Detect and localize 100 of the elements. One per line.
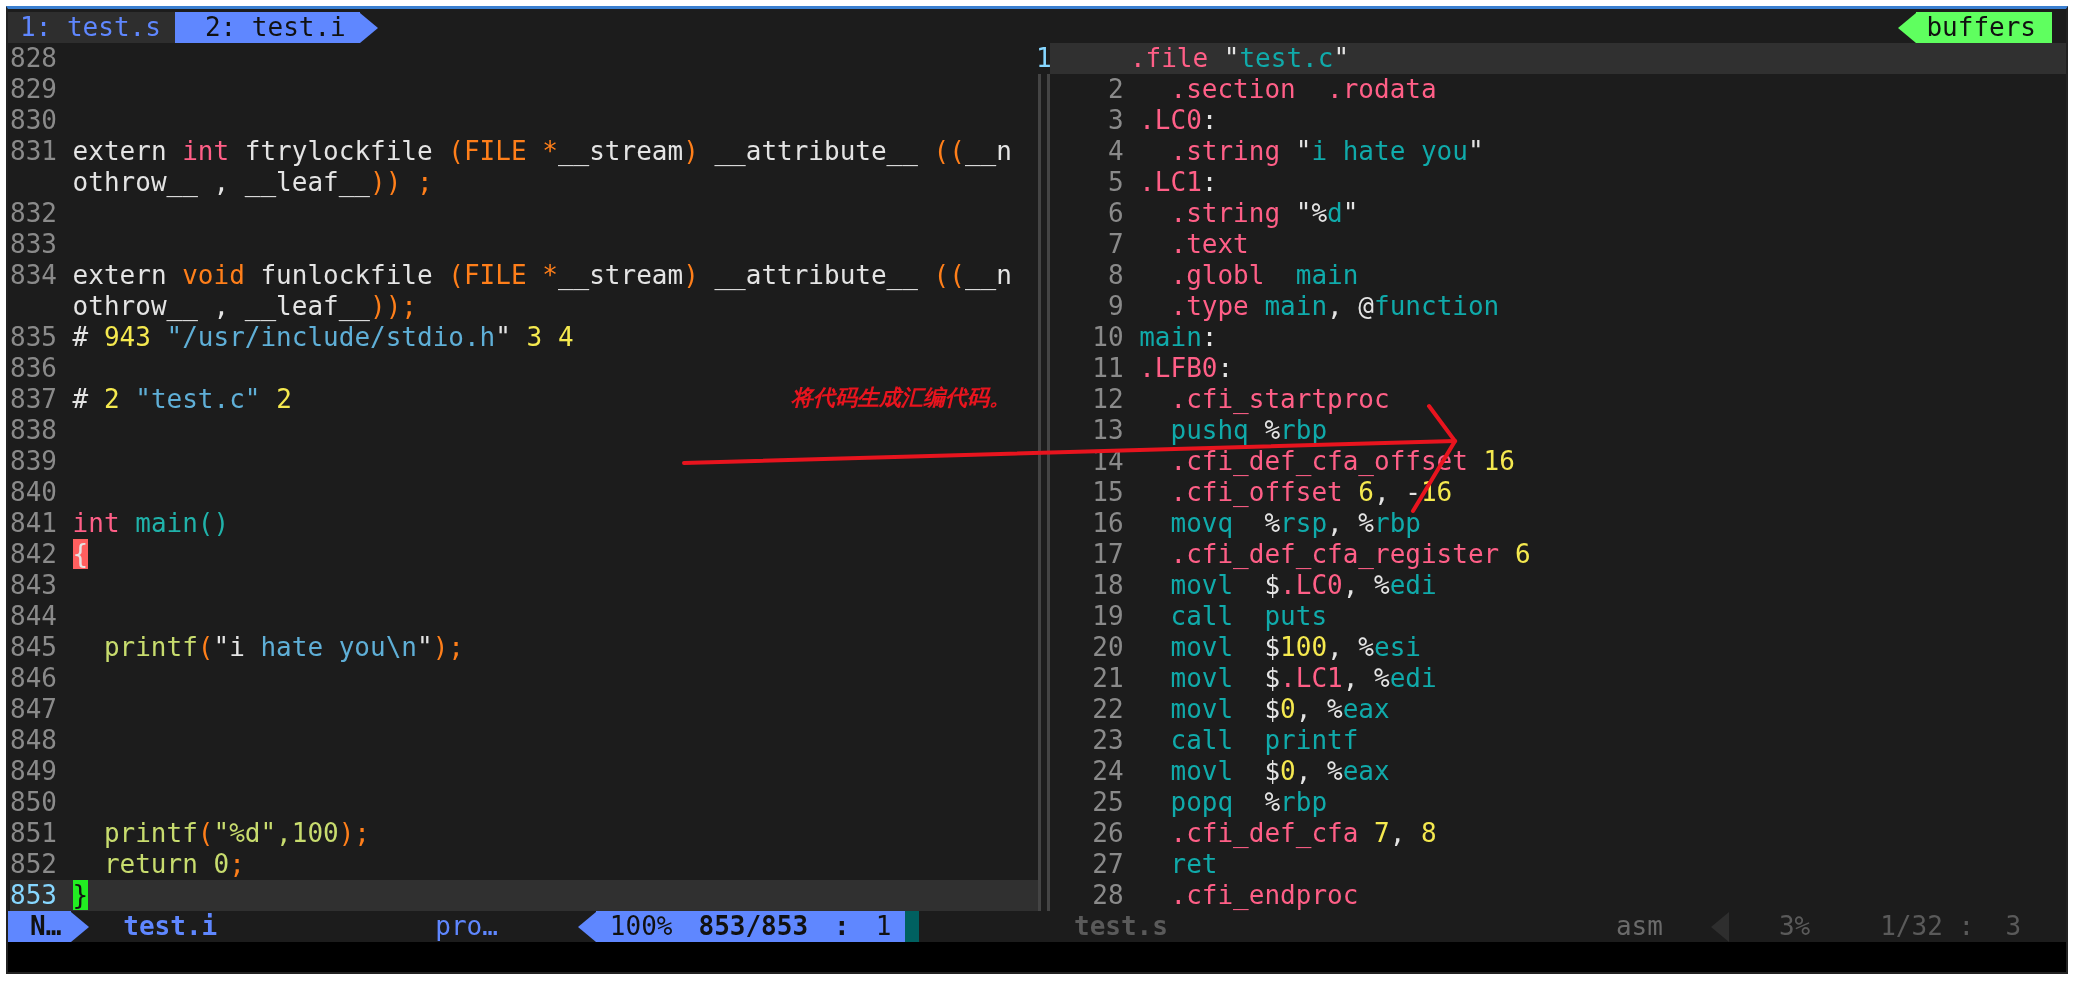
code-line: printf("i hate you\n"); (102, 632, 464, 663)
code-line: .cfi_def_cfa_register 6 (1169, 539, 1531, 570)
code-line: popq %rbp (1169, 787, 1328, 818)
code-line: call puts (1169, 601, 1328, 632)
code-line: movl $.LC0, %edi (1169, 570, 1437, 601)
line-number: 4 (1106, 136, 1124, 167)
file-type: pro… (435, 911, 498, 942)
file-type: asm (1615, 911, 1663, 942)
code-line: ret (1169, 849, 1218, 880)
line-number: 8 (1106, 260, 1124, 291)
code-line: .cfi_def_cfa 7, 8 (1169, 818, 1437, 849)
line-number: 847 (10, 694, 58, 725)
line-number: 849 (10, 756, 58, 787)
code-line: movl $100, %esi (1169, 632, 1421, 663)
line-number: 16 (1091, 508, 1124, 539)
line-number: 12 (1091, 384, 1124, 415)
line-number: 3 (1106, 105, 1124, 136)
code-line: printf("%d",100); (102, 818, 371, 849)
code-line: othrow__ , __leaf__)) ; (72, 167, 433, 198)
line-number: 830 (10, 105, 58, 136)
line-number: 837 (10, 384, 58, 415)
line-number: 25 (1091, 787, 1124, 818)
line-number: 10 (1091, 322, 1124, 353)
code-line: .cfi_startproc (1169, 384, 1390, 415)
line-number: 843 (10, 570, 58, 601)
code-line: call printf (1169, 725, 1359, 756)
line-number: 839 (10, 446, 58, 477)
line-number: 834 (10, 260, 58, 291)
code-line: .cfi_endproc (1169, 880, 1359, 911)
line-number: 23 (1091, 725, 1124, 756)
mode-indicator: N… (8, 911, 72, 942)
line-number: 828 (10, 43, 58, 74)
line-number: 848 (10, 725, 58, 756)
line-number: 844 (10, 601, 58, 632)
line-number: 22 (1091, 694, 1124, 725)
code-line: .globl main (1169, 260, 1359, 291)
line-number: 11 (1091, 353, 1124, 384)
line-number: 838 (10, 415, 58, 446)
line-number: 853 (10, 880, 58, 911)
line-number: 24 (1091, 756, 1124, 787)
code-line: movl $0, %eax (1169, 756, 1390, 787)
code-line: .text (1169, 229, 1249, 260)
line-number: 17 (1091, 539, 1124, 570)
line-number: 846 (10, 663, 58, 694)
line-number: 833 (10, 229, 58, 260)
line-number: 13 (1091, 415, 1124, 446)
file-name: test.i (123, 911, 218, 942)
code-line: .LFB0: (1139, 353, 1234, 384)
position-indicator: 100% 853/853 : 1 (595, 911, 906, 942)
line-number: 18 (1091, 570, 1124, 601)
code-line: int main() (72, 508, 230, 539)
line-number: 851 (10, 818, 58, 849)
code-line: movl $.LC1, %edi (1169, 663, 1437, 694)
code-line: pushq %rbp (1169, 415, 1328, 446)
tab[interactable]: 2: test.i (174, 12, 360, 43)
code-line: .LC1: (1139, 167, 1218, 198)
buffers-label: buffers (1916, 12, 2052, 43)
line-number: 829 (10, 74, 58, 105)
line-number: 836 (10, 353, 58, 384)
line-number: 850 (10, 787, 58, 818)
code-line: .section .rodata (1169, 74, 1437, 105)
code-line: # 2 "test.c" 2 (72, 384, 292, 415)
line-number: 835 (10, 322, 58, 353)
line-number: 5 (1106, 167, 1124, 198)
line-number: 1 (1036, 43, 1053, 74)
code-line: .LC0: (1139, 105, 1218, 136)
line-number: 7 (1106, 229, 1124, 260)
line-number: 840 (10, 477, 58, 508)
line-number: 2 (1106, 74, 1124, 105)
line-number: 27 (1091, 849, 1124, 880)
line-number: 832 (10, 198, 58, 229)
position-indicator: 1/32 : 3 (1880, 911, 2022, 942)
line-number: 15 (1091, 477, 1124, 508)
code-line: .file "test.c" (1129, 43, 1350, 74)
code-line: extern int ftrylockfile (FILE *__stream) __attribute__ ((__n (72, 136, 1012, 167)
status-block (905, 911, 920, 942)
line-number: 26 (1091, 818, 1124, 849)
line-number: 9 (1106, 291, 1124, 322)
line-number: 845 (10, 632, 58, 663)
code-line: .type main, @function (1169, 291, 1500, 322)
line-number: 21 (1091, 663, 1124, 694)
code-line: extern void funlockfile (FILE *__stream) __attribute__ ((__n (72, 260, 1012, 291)
line-number: 841 (10, 508, 58, 539)
annotation-text: 将代码生成汇编代码。 (791, 384, 1011, 412)
line-number: 831 (10, 136, 58, 167)
line-number: 6 (1106, 198, 1124, 229)
code-line: .string "%d" (1169, 198, 1359, 229)
tab-arrow-icon (359, 12, 378, 43)
code-line: movl $0, %eax (1169, 694, 1390, 725)
code-line: .string "i hate you" (1169, 136, 1484, 167)
line-number: 19 (1091, 601, 1124, 632)
code-line: movq %rsp, %rbp (1169, 508, 1421, 539)
code-line: main: (1139, 322, 1218, 353)
line-number: 852 (10, 849, 58, 880)
code-line: othrow__ , __leaf__)); (72, 291, 417, 322)
tab[interactable]: 1: test.s (8, 12, 175, 43)
code-line: return 0; (102, 849, 245, 880)
line-number: 842 (10, 539, 58, 570)
file-name: test.s (1074, 911, 1168, 942)
percent-indicator: 3% (1778, 911, 1811, 942)
